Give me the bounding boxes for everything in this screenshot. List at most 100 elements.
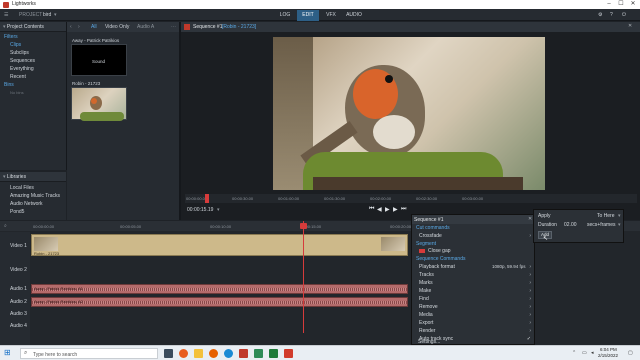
app-green-icon[interactable] bbox=[254, 349, 263, 358]
search-icon[interactable]: ⌕ bbox=[4, 223, 7, 229]
transport-start-icon[interactable]: ⏮ bbox=[369, 206, 374, 213]
robin-clip-thumbnail[interactable] bbox=[71, 87, 127, 121]
chevron-down-icon[interactable]: ▾ bbox=[618, 222, 621, 228]
excel-icon[interactable] bbox=[269, 349, 278, 358]
app-red-icon[interactable] bbox=[284, 349, 293, 358]
audio-clip-a2[interactable]: Away - Patrick Patrikios, A2 bbox=[31, 297, 408, 307]
chevron-right-icon[interactable]: › bbox=[78, 24, 80, 30]
settings-icon[interactable]: ⚙ bbox=[598, 12, 602, 18]
tray-chevron-up-icon[interactable]: ⌃ bbox=[572, 350, 576, 356]
bins-empty-text: No bins bbox=[10, 90, 24, 95]
notifications-icon[interactable]: ▢ bbox=[628, 350, 633, 356]
menu-section-cut-commands[interactable]: Cut commands bbox=[416, 225, 450, 231]
windows-start-icon[interactable]: ⊞ bbox=[4, 348, 11, 357]
timeline-playhead[interactable] bbox=[303, 221, 304, 333]
viewer-panel: Sequence #1 [Robin - 21723] ✕ 00:00:00.0… bbox=[181, 22, 640, 220]
library-amazing-music[interactable]: Amazing Music Tracks bbox=[10, 193, 60, 199]
transport-end-icon[interactable]: ⏭ bbox=[401, 206, 406, 213]
track-label-video-2[interactable]: Video 2 bbox=[10, 267, 27, 273]
filter-sequences[interactable]: Sequences bbox=[10, 58, 35, 64]
play-icon[interactable]: ▶ bbox=[385, 206, 390, 213]
menu-item-marks[interactable]: Marks bbox=[419, 280, 433, 286]
task-view-icon[interactable] bbox=[164, 349, 173, 358]
menu-item-crossfade[interactable]: Crossfade bbox=[419, 233, 442, 239]
track-label-audio-2[interactable]: Audio 2 bbox=[10, 299, 27, 305]
filter-subclips[interactable]: Subclips bbox=[10, 50, 29, 56]
filter-video-only[interactable]: Video Only bbox=[105, 24, 129, 30]
chevron-down-icon[interactable]: ▾ bbox=[217, 207, 220, 213]
volume-icon[interactable]: ◂ bbox=[591, 350, 594, 356]
help-icon[interactable]: ? bbox=[610, 12, 613, 18]
duration-unit[interactable]: secs+frames bbox=[587, 222, 615, 228]
track-label-video-1[interactable]: Video 1 bbox=[10, 243, 27, 249]
tab-vfx[interactable]: VFX bbox=[320, 10, 342, 21]
brave-icon[interactable] bbox=[179, 349, 188, 358]
taskbar-search[interactable]: ⌕ Type here to search bbox=[20, 348, 158, 359]
filters-heading[interactable]: Filters bbox=[4, 34, 18, 40]
video-clip[interactable]: Robin - 21723 bbox=[31, 234, 408, 256]
menu-item-export[interactable]: Export bbox=[419, 320, 433, 326]
chevron-left-icon[interactable]: ‹ bbox=[70, 24, 72, 30]
menu-item-playback-format[interactable]: Playback format bbox=[419, 264, 455, 270]
track-label-audio-3[interactable]: Audio 3 bbox=[10, 311, 27, 317]
filter-clips[interactable]: Clips bbox=[10, 42, 21, 48]
tab-edit[interactable]: EDIT bbox=[297, 10, 319, 21]
track-label-audio-1[interactable]: Audio 1 bbox=[10, 286, 27, 292]
menu-item-find[interactable]: Find bbox=[419, 296, 429, 302]
firefox-icon[interactable] bbox=[209, 349, 218, 358]
to-here-option[interactable]: To Here bbox=[597, 213, 615, 219]
menu-item-make[interactable]: Make bbox=[419, 288, 431, 294]
ruler-label: 00:00:00.00 bbox=[186, 196, 208, 201]
network-icon[interactable]: ▭ bbox=[582, 350, 587, 356]
tab-log[interactable]: LOG bbox=[274, 10, 296, 21]
library-pond5[interactable]: Pond5 bbox=[10, 209, 24, 215]
track-label-audio-4[interactable]: Audio 4 bbox=[10, 323, 27, 329]
taskbar-time[interactable]: 6:04 PM bbox=[600, 347, 617, 352]
menu-icon[interactable]: ☰ bbox=[4, 12, 8, 18]
more-icon[interactable]: ⋯ bbox=[171, 24, 176, 30]
sequence-context-menu: Sequence #1 ✕ Cut commands Crossfade › S… bbox=[411, 214, 535, 345]
menu-item-remove[interactable]: Remove bbox=[419, 304, 438, 310]
library-audio-network[interactable]: Audio Network bbox=[10, 201, 43, 207]
audio-clip-a1[interactable]: Away - Patrick Patrikios, A1 bbox=[31, 284, 408, 294]
filter-audio[interactable]: Audio A bbox=[137, 24, 154, 30]
duration-field[interactable]: 02.00 bbox=[564, 222, 577, 228]
menu-section-sequence-commands[interactable]: Sequence Commands bbox=[416, 256, 465, 262]
close-icon[interactable]: ✕ bbox=[627, 0, 639, 9]
bins-heading[interactable]: Bins bbox=[4, 82, 14, 88]
menu-item-render[interactable]: Render bbox=[419, 328, 435, 334]
minimize-icon[interactable]: – bbox=[603, 0, 615, 9]
library-local-files[interactable]: Local Files bbox=[10, 185, 34, 191]
filter-all[interactable]: All bbox=[91, 24, 97, 30]
taskbar-date[interactable]: 2/15/2022 bbox=[598, 353, 618, 358]
viewer-timecode[interactable]: 00:00:15.19 bbox=[187, 207, 213, 213]
chevron-down-icon[interactable]: ▾ bbox=[618, 213, 621, 219]
menu-item-close-gap[interactable]: Close gap bbox=[428, 248, 451, 254]
filter-recent[interactable]: Recent bbox=[10, 74, 26, 80]
viewer-playhead[interactable] bbox=[205, 194, 209, 203]
window-title: Lightworks bbox=[12, 1, 36, 7]
step-back-icon[interactable]: ◀ bbox=[377, 206, 382, 213]
menu-section-segment[interactable]: Segment bbox=[416, 241, 436, 247]
close-icon[interactable]: ✕ bbox=[628, 23, 632, 29]
audio-clip-thumbnail[interactable]: Sound bbox=[71, 44, 127, 76]
tab-audio[interactable]: AUDIO bbox=[343, 10, 365, 21]
clip-thumbnail bbox=[381, 237, 405, 251]
libraries-panel: ▾ Libraries Local Files Amazing Music Tr… bbox=[0, 172, 66, 220]
apply-label[interactable]: Apply bbox=[538, 213, 551, 219]
lightworks-taskbar-icon[interactable] bbox=[239, 349, 248, 358]
project-name[interactable]: bird bbox=[43, 12, 51, 18]
power-icon[interactable]: ⏻ bbox=[622, 12, 626, 18]
file-explorer-icon[interactable] bbox=[194, 349, 203, 358]
filter-everything[interactable]: Everything bbox=[10, 66, 34, 72]
close-icon[interactable]: ✕ bbox=[528, 216, 532, 222]
ruler-label: 00:02:00.00 bbox=[370, 196, 392, 201]
menu-item-media[interactable]: Media bbox=[419, 312, 433, 318]
viewer-ruler[interactable]: 00:00:00.00 00:00:30.00 00:01:00.00 00:0… bbox=[185, 194, 637, 203]
chevron-down-icon[interactable]: ▾ bbox=[54, 12, 57, 18]
edge-icon[interactable] bbox=[224, 349, 233, 358]
menu-item-tracks[interactable]: Tracks bbox=[419, 272, 434, 278]
maximize-icon[interactable]: ☐ bbox=[615, 0, 627, 9]
playhead-handle[interactable] bbox=[300, 223, 307, 229]
step-forward-icon[interactable]: ▶ bbox=[393, 206, 398, 213]
